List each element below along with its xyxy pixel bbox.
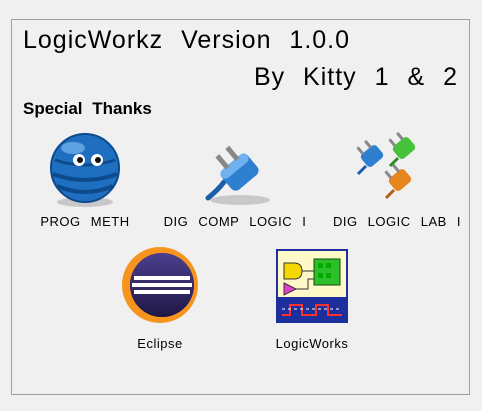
credit-label: DIG LOGIC LAB I	[332, 214, 462, 229]
credit-logicworks: LogicWorks	[262, 245, 362, 355]
credit-dig-logic-lab: DIG LOGIC LAB I	[330, 130, 464, 230]
credit-eclipse: Eclipse	[110, 245, 210, 355]
credit-dig-comp-logic: DIG COMP LOGIC I	[160, 130, 310, 230]
logicworks-icon	[276, 249, 348, 323]
credit-label: PROG METH	[40, 214, 130, 229]
credit-label: DIG COMP LOGIC I	[163, 214, 307, 229]
eclipse-icon	[122, 247, 198, 323]
globe-face-icon	[50, 133, 120, 207]
colored-plugs-icon	[356, 131, 416, 200]
blue-plug-icon	[205, 145, 270, 205]
app-title: LogicWorkz Version 1.0.0	[23, 26, 351, 54]
author-byline: By Kitty 1 & 2	[253, 63, 458, 91]
credit-prog-meth: PROG METH	[30, 130, 140, 230]
special-thanks-heading: Special Thanks	[23, 99, 152, 118]
credit-label: LogicWorks	[275, 336, 349, 351]
credit-label: Eclipse	[137, 336, 183, 351]
